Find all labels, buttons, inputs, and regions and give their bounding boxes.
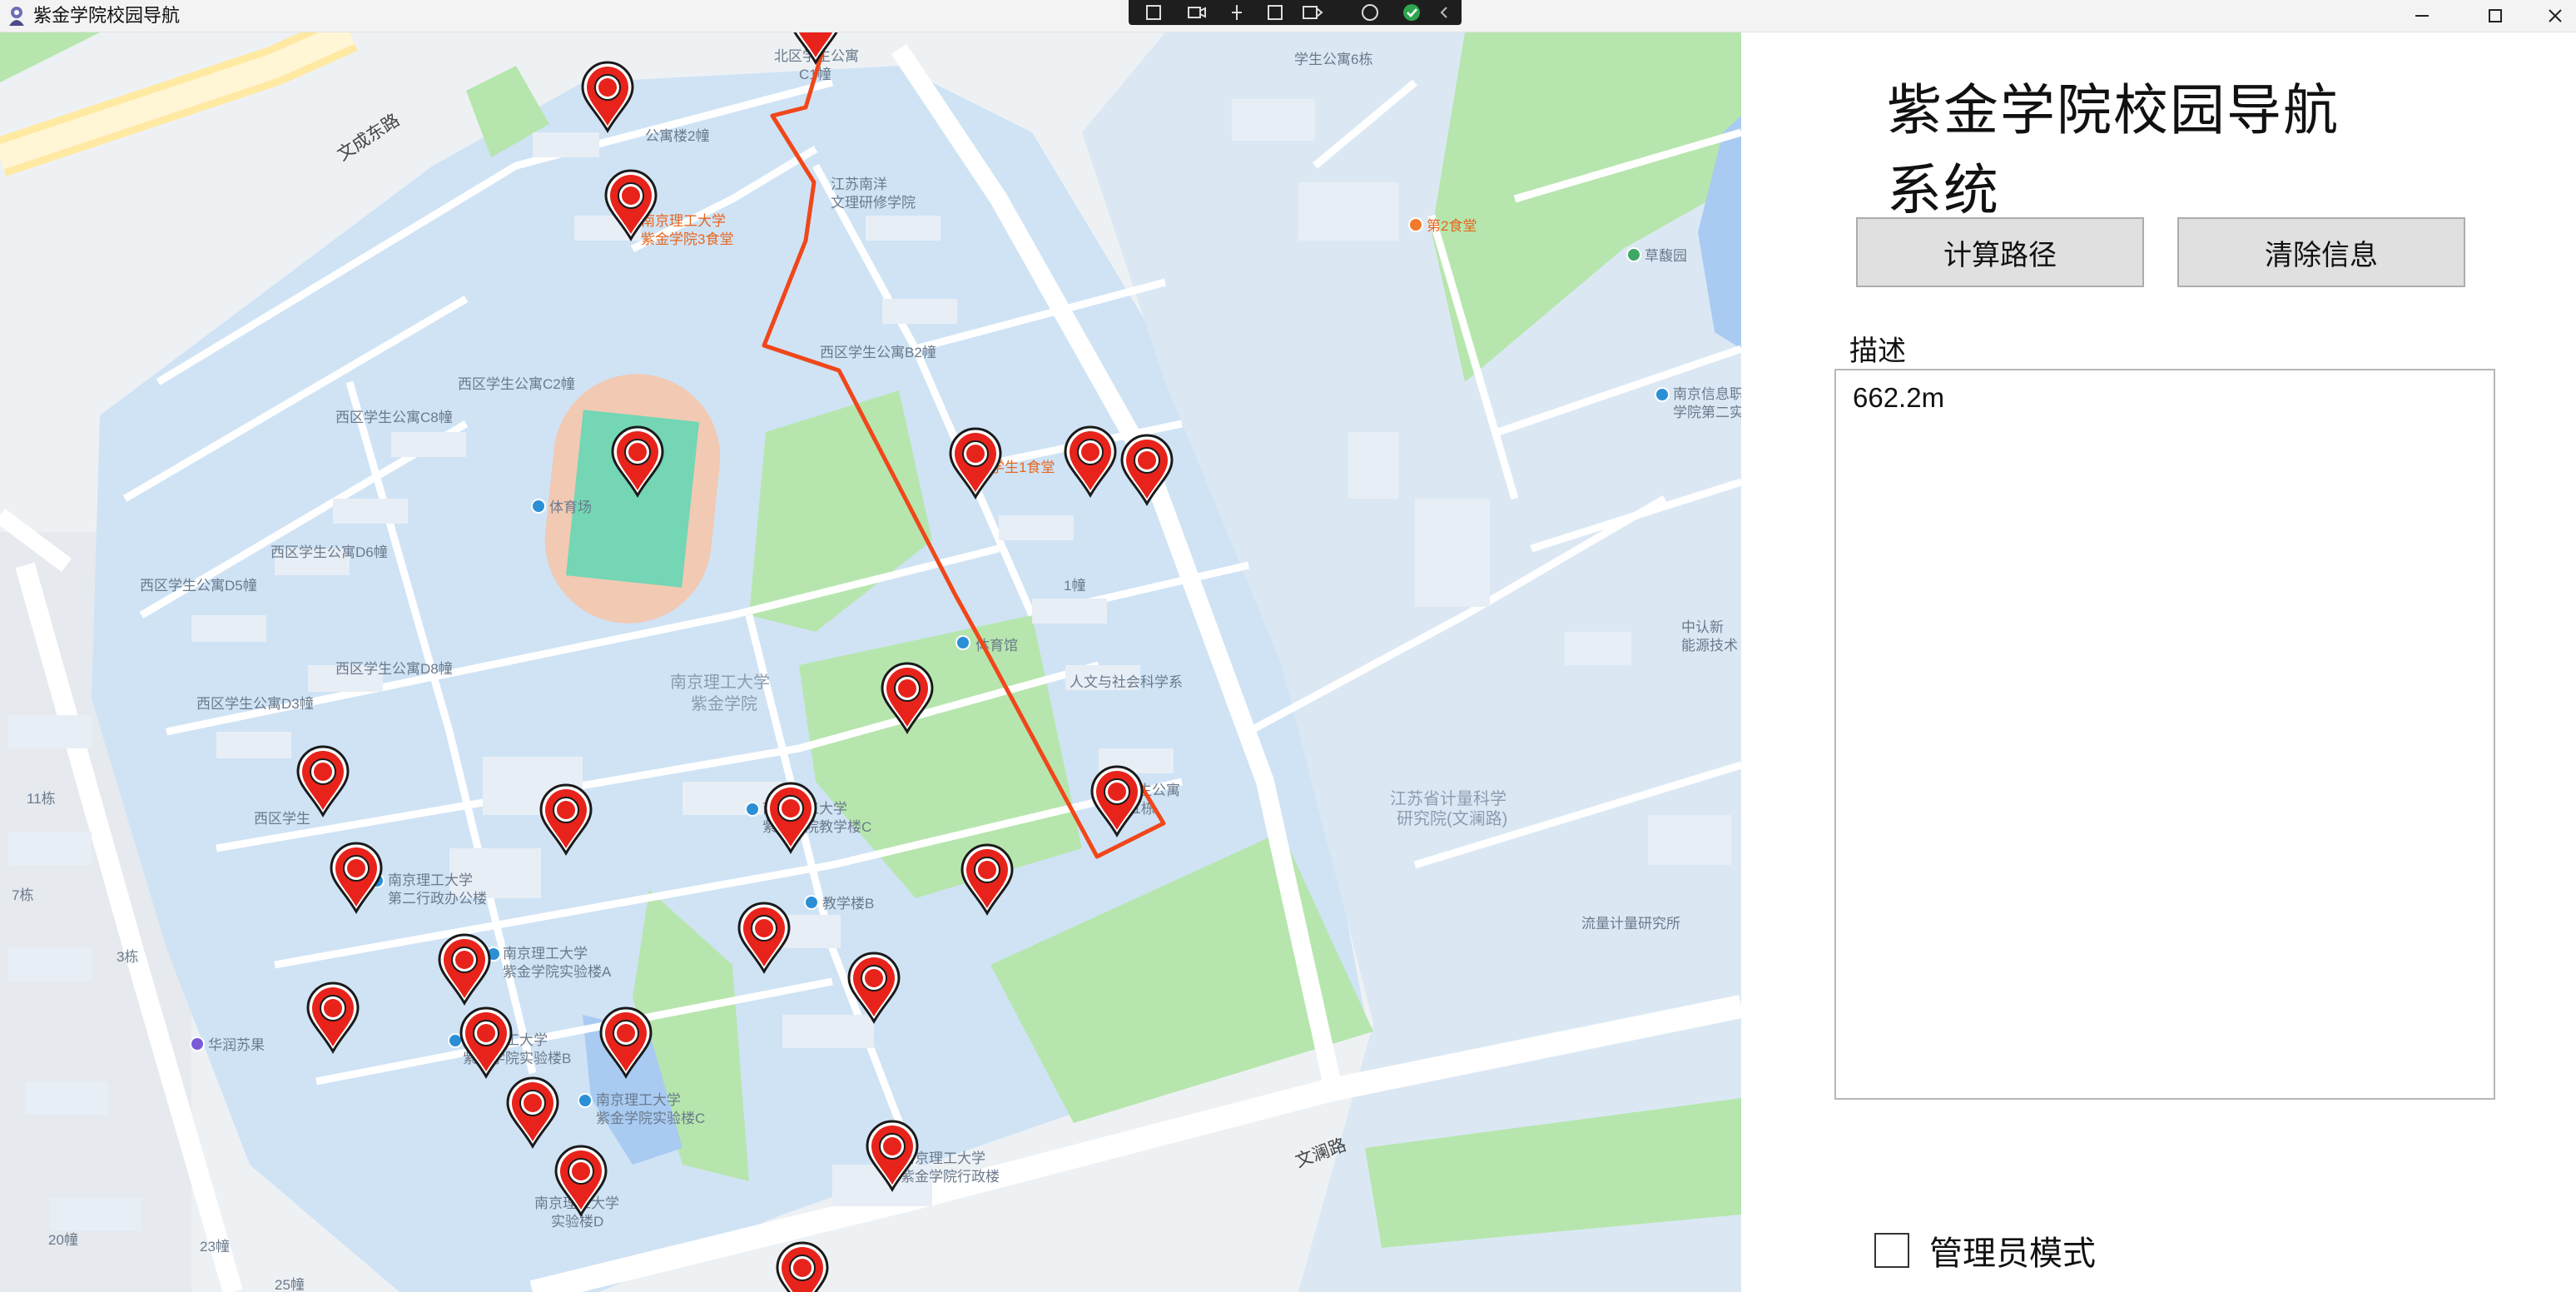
map-label: 研究院(文澜路): [1397, 810, 1508, 828]
campus-map[interactable]: 文成东路 文澜路 北区学生公寓 C1幢 公寓楼2幢 江苏南洋 文理研修学院 南京…: [0, 32, 1741, 1292]
map-label: 第2食堂: [1427, 218, 1477, 234]
teach-b-poi-icon: [804, 895, 819, 910]
map-label: 西区学生公寓B2幢: [820, 345, 936, 360]
location-pin-icon[interactable]: [436, 933, 493, 1006]
map-label: 紫金学院实验楼A: [503, 964, 612, 980]
location-pin-icon[interactable]: [1089, 765, 1145, 838]
location-pin-icon[interactable]: [846, 952, 902, 1025]
maximize-button[interactable]: [2462, 0, 2529, 32]
clear-info-button[interactable]: 清除信息: [2177, 217, 2465, 287]
map-label: 西区学生公寓C2幢: [458, 376, 575, 392]
map-label: 华润苏果: [208, 1037, 265, 1053]
gym-poi-icon: [955, 635, 970, 650]
app-logo-icon: [9, 7, 24, 26]
location-pin-icon[interactable]: [579, 61, 636, 134]
location-pin-icon[interactable]: [295, 745, 351, 818]
close-icon: [2549, 9, 2562, 22]
map-label: 学院第二实: [1673, 405, 1741, 420]
window-title: 紫金学院校园导航: [33, 5, 181, 26]
location-pin-icon[interactable]: [736, 902, 792, 975]
location-pin-icon[interactable]: [787, 32, 844, 66]
capture-toolbar: [1129, 0, 1462, 25]
location-pin-icon[interactable]: [603, 169, 659, 242]
description-textarea[interactable]: 662.2m: [1834, 369, 2495, 1100]
map-label: 紫金学院实验楼C: [596, 1111, 706, 1126]
map-label: 西区学生公寓D3幢: [196, 696, 314, 712]
location-pin-icon[interactable]: [1119, 434, 1175, 507]
location-pin-icon[interactable]: [947, 427, 1004, 500]
map-label: 公寓楼2幢: [645, 128, 710, 144]
location-pin-icon[interactable]: [762, 782, 819, 855]
minimize-icon: [2415, 15, 2429, 17]
map-base-layer: [0, 32, 1741, 1292]
stadium-poi-icon: [531, 499, 546, 514]
location-pin-icon[interactable]: [538, 783, 594, 857]
map-label: 能源技术: [1681, 638, 1738, 653]
map-label: 人文与社会科学系: [1070, 674, 1183, 690]
map-label: 第二行政办公楼: [388, 891, 487, 907]
calculate-path-button[interactable]: 计算路径: [1856, 217, 2144, 287]
map-label: 西区学生公寓D6幢: [271, 544, 388, 560]
control-panel: 紫金学院校园导航系统 计算路径 清除信息 描述 662.2m 管理员模式: [1741, 32, 2576, 1292]
location-pin-icon[interactable]: [1062, 425, 1119, 499]
lab-c-poi-icon: [578, 1093, 593, 1108]
map-label: 学生公寓6栋: [1294, 52, 1373, 67]
map-label: 23幢: [200, 1239, 230, 1255]
location-pin-icon[interactable]: [864, 1120, 921, 1193]
location-pin-icon[interactable]: [458, 1006, 514, 1080]
map-label: 西区学生公寓C8幢: [335, 410, 453, 425]
location-pin-icon[interactable]: [598, 1006, 654, 1080]
minimize-button[interactable]: [2389, 0, 2455, 32]
teach-c-poi-icon: [745, 802, 760, 817]
map-label: 教学楼B: [822, 896, 875, 912]
location-pin-icon[interactable]: [504, 1076, 561, 1150]
location-pin-icon[interactable]: [609, 425, 666, 499]
map-label: 流量计量研究所: [1581, 916, 1680, 932]
capture-toolbar-icons[interactable]: [1129, 0, 1462, 25]
map-label: 20幢: [48, 1232, 78, 1248]
map-label: 25幢: [275, 1277, 305, 1292]
location-pin-icon[interactable]: [774, 1241, 831, 1292]
admin-mode-checkbox[interactable]: [1874, 1233, 1909, 1268]
map-label: 3栋: [117, 949, 139, 965]
map-label: 草馥园: [1645, 248, 1687, 264]
app-heading: 紫金学院校园导航系统: [1887, 78, 2340, 222]
location-pin-icon[interactable]: [879, 662, 936, 735]
map-label: 11栋: [27, 791, 56, 807]
admin-mode-label: 管理员模式: [1929, 1235, 2096, 1273]
nuist-poi-icon: [1655, 387, 1670, 402]
map-label: 文理研修学院: [831, 195, 916, 211]
park-poi-icon: [1626, 247, 1641, 262]
map-label: 南京理工大学: [670, 673, 770, 692]
close-button[interactable]: [2522, 0, 2576, 32]
map-label: 7栋: [12, 887, 34, 903]
map-label: 西区学生公寓D8幢: [335, 661, 453, 677]
map-label: 体育馆: [975, 638, 1018, 653]
map-label: 西区学生公寓D5幢: [140, 578, 257, 594]
location-pin-icon[interactable]: [959, 843, 1015, 917]
title-bar: 紫金学院校园导航: [0, 0, 2576, 32]
location-pin-icon[interactable]: [553, 1145, 609, 1218]
map-label: 体育场: [549, 499, 592, 515]
map-label: 紫金学院: [691, 695, 757, 713]
description-label: 描述: [1849, 335, 1906, 368]
location-pin-icon[interactable]: [305, 981, 361, 1055]
canteen2-poi-icon: [1408, 217, 1423, 232]
supermarket-poi-icon: [190, 1036, 205, 1051]
location-pin-icon[interactable]: [328, 842, 385, 915]
maximize-icon: [2489, 9, 2502, 22]
map-label: 1幢: [1064, 578, 1086, 594]
